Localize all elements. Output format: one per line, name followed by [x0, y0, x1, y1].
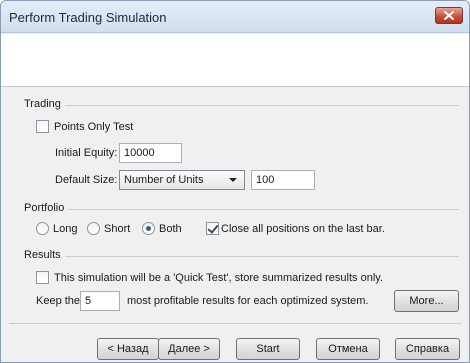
title-bar[interactable]: Perform Trading Simulation	[1, 1, 469, 33]
default-size-input[interactable]: 100	[251, 170, 315, 190]
trading-divider	[65, 105, 459, 106]
results-divider	[65, 256, 459, 257]
radio-short-label: Short	[104, 223, 131, 235]
start-button[interactable]: Start	[236, 338, 300, 360]
radio-short[interactable]	[87, 222, 100, 235]
portfolio-section-label: Portfolio	[24, 202, 65, 214]
next-button[interactable]: Далее >	[158, 338, 220, 360]
keep-prefix-label: Keep the	[36, 295, 81, 307]
close-all-label: Close all positions on the last bar.	[221, 223, 385, 235]
more-button[interactable]: More...	[394, 290, 459, 312]
default-size-label: Default Size:	[55, 174, 118, 186]
help-button[interactable]: Справка	[395, 338, 460, 360]
dialog-window: Perform Trading Simulation Trading Point…	[0, 0, 470, 363]
keep-suffix-label: most profitable results for each optimiz…	[127, 295, 369, 307]
quick-test-label: This simulation will be a 'Quick Test', …	[54, 272, 384, 284]
initial-equity-label: Initial Equity:	[55, 147, 118, 159]
close-button[interactable]	[435, 7, 463, 24]
quick-test-checkbox[interactable]	[36, 271, 49, 284]
header-band	[1, 34, 469, 87]
keep-count-input[interactable]: 5	[80, 291, 120, 311]
window-title: Perform Trading Simulation	[9, 10, 167, 25]
back-button[interactable]: < Назад	[97, 338, 159, 360]
cancel-button[interactable]: Отмена	[316, 338, 380, 360]
trading-section-label: Trading	[24, 98, 61, 110]
close-all-checkbox[interactable]	[206, 222, 219, 235]
chevron-down-icon	[229, 178, 237, 182]
initial-equity-input[interactable]: 10000	[119, 143, 182, 163]
radio-both-label: Both	[159, 223, 182, 235]
radio-long-label: Long	[53, 223, 78, 235]
points-only-checkbox[interactable]	[36, 120, 49, 133]
footer-divider	[9, 323, 461, 324]
radio-long[interactable]	[36, 222, 49, 235]
default-size-selected: Number of Units	[124, 174, 204, 186]
results-section-label: Results	[24, 249, 61, 261]
default-size-select[interactable]: Number of Units	[119, 170, 245, 190]
points-only-label: Points Only Test	[54, 121, 134, 133]
portfolio-divider	[68, 209, 459, 210]
close-x-icon	[444, 11, 454, 20]
radio-both[interactable]	[142, 222, 155, 235]
